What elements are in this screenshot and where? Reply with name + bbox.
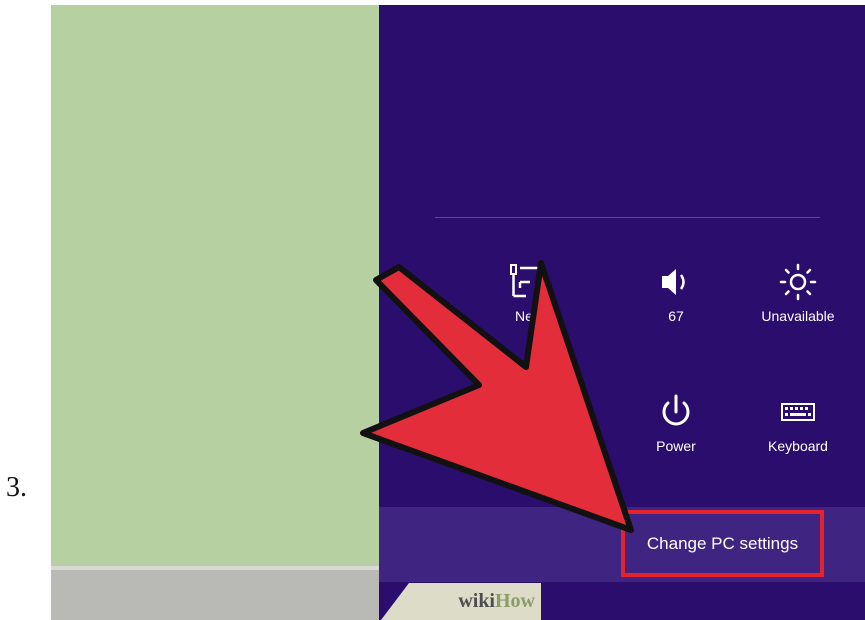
brightness-label: Unavailable — [761, 308, 835, 324]
power-icon — [662, 394, 690, 426]
keyboard-tile[interactable]: Keyboard — [738, 392, 858, 454]
desktop-background — [51, 5, 379, 620]
power-tile[interactable]: Power — [616, 392, 736, 454]
settings-charm-panel: Ne 67 Unavailable Power Keyboard Change … — [379, 5, 865, 620]
brightness-icon — [779, 263, 817, 301]
keyboard-label: Keyboard — [768, 438, 828, 454]
taskbar — [51, 566, 379, 620]
taskbar-edge — [51, 566, 379, 570]
volume-tile[interactable]: 67 — [616, 262, 736, 324]
step-number: 3. — [6, 472, 27, 503]
network-label: Ne — [515, 308, 533, 324]
change-pc-settings-link[interactable]: Change PC settings — [621, 510, 824, 577]
network-icon — [510, 264, 538, 298]
panel-divider — [435, 217, 820, 218]
wikihow-watermark: wiki How — [381, 583, 541, 620]
network-tile[interactable]: Ne — [464, 262, 584, 324]
keyboard-icon — [781, 403, 815, 421]
volume-icon — [662, 269, 685, 295]
watermark-part-how: How — [495, 590, 535, 612]
watermark-part-wiki: wiki — [458, 590, 495, 612]
brightness-tile[interactable]: Unavailable — [738, 262, 858, 324]
power-label: Power — [656, 438, 696, 454]
screenshot-frame: Ne 67 Unavailable Power Keyboard Change … — [51, 5, 865, 620]
volume-label: 67 — [668, 308, 684, 324]
